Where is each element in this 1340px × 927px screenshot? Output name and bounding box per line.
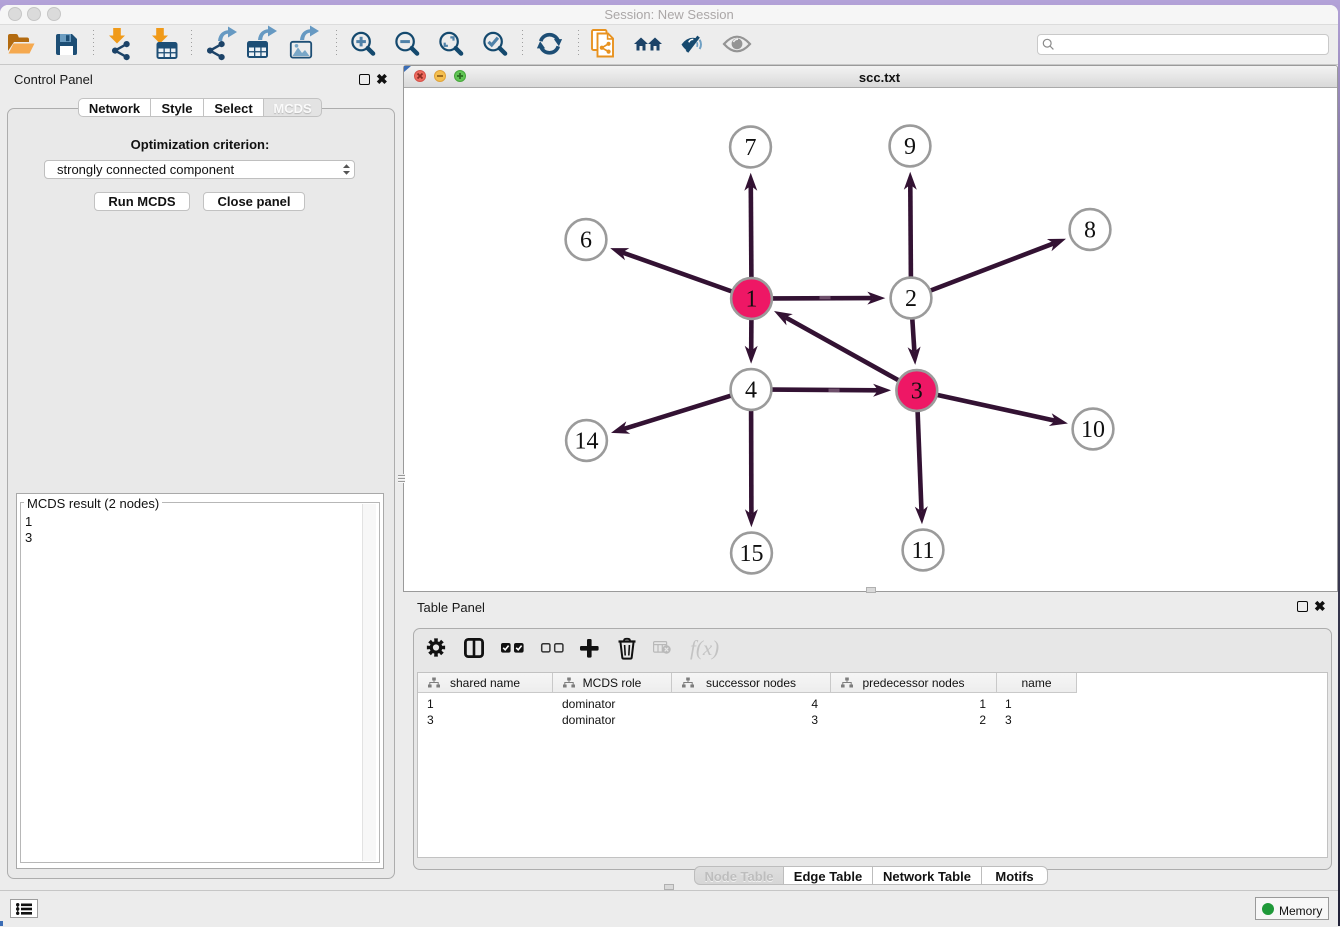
svg-text:14: 14 [575,429,599,455]
svg-text:9: 9 [904,134,916,160]
svg-text:3: 3 [911,379,923,405]
svg-text:11: 11 [911,538,934,564]
svg-text:4: 4 [745,378,757,404]
svg-text:6: 6 [580,228,592,254]
svg-text:10: 10 [1081,417,1105,443]
svg-text:1: 1 [746,287,758,313]
svg-text:8: 8 [1084,218,1096,244]
svg-text:15: 15 [740,541,764,567]
svg-text:f(x): f(x) [690,636,719,660]
svg-text:2: 2 [905,286,917,312]
svg-text:7: 7 [745,135,757,161]
